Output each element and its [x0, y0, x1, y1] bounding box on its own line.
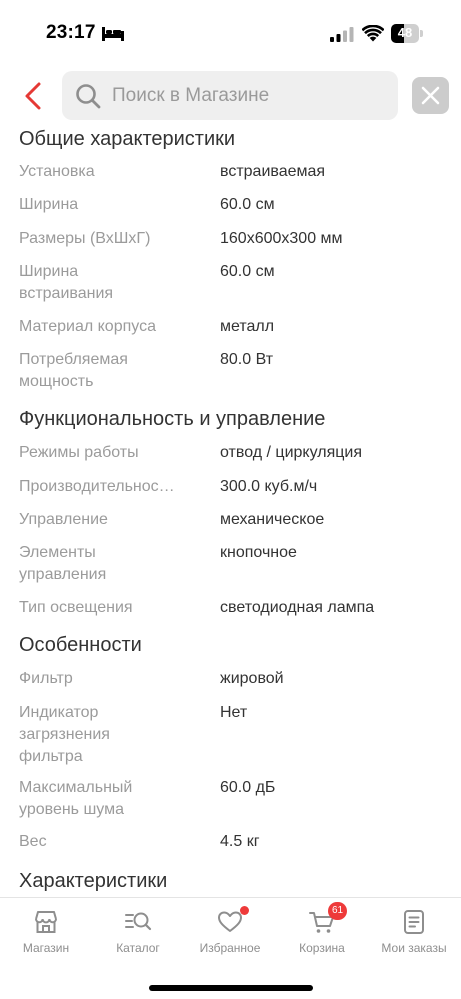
- search-header: [0, 64, 461, 128]
- spec-label: Материал корпуса: [19, 318, 156, 335]
- spec-value: жировой: [220, 670, 284, 687]
- spec-label: Ширина встраивания: [19, 263, 114, 302]
- spec-label: Потребляемая мощность: [19, 351, 128, 390]
- spec-label: Ширина: [19, 196, 79, 213]
- tab-orders[interactable]: Мои заказы: [368, 906, 460, 960]
- spec-label: Режимы работы: [19, 444, 139, 461]
- home-indicator[interactable]: [149, 985, 313, 991]
- spec-label: Тип освещения: [19, 599, 133, 616]
- spec-value: 60.0 дБ: [220, 779, 276, 796]
- tab-label: Магазин: [22, 941, 70, 955]
- tab-label: Корзина: [299, 941, 345, 955]
- status-time: 23:17: [46, 22, 96, 43]
- battery-percent: 48: [397, 25, 413, 40]
- battery-tip: [420, 30, 423, 37]
- search-icon: [76, 84, 101, 109]
- back-arrow-icon[interactable]: [14, 76, 54, 116]
- spec-value: кнопочное: [220, 544, 297, 561]
- spec-label: Максимальный уровень шума: [19, 779, 133, 818]
- bottom-tab-bar: Магазин Каталог Избранное 61 Корзина Мои…: [0, 897, 461, 999]
- spec-label: Вес: [19, 833, 47, 850]
- wifi-icon: [362, 25, 384, 42]
- spec-label: Производительнос…: [19, 478, 175, 495]
- spec-value: 160x600x300 мм: [220, 230, 343, 247]
- spec-value: 60.0 см: [220, 263, 275, 280]
- product-specs: Общие характеристики Установка встраивае…: [0, 124, 461, 896]
- store-icon: [35, 911, 57, 933]
- spec-value: встраиваемая: [220, 163, 326, 180]
- section-title-functionality: Функциональность и управление: [19, 408, 326, 430]
- section-title-characteristics: Характеристики: [19, 870, 168, 892]
- spec-value: механическое: [220, 511, 325, 528]
- clear-search-button[interactable]: [412, 77, 449, 114]
- close-icon: [421, 86, 440, 105]
- tab-label: Избранное: [199, 941, 261, 955]
- spec-value: 80.0 Вт: [220, 351, 274, 368]
- spec-label: Фильтр: [19, 670, 73, 687]
- tab-catalog[interactable]: Каталог: [92, 906, 184, 960]
- orders-icon: [404, 910, 424, 934]
- tab-label: Мои заказы: [381, 941, 447, 955]
- spec-label: Установка: [19, 163, 95, 180]
- catalog-search-icon: [125, 912, 152, 931]
- spec-label: Управление: [19, 511, 108, 528]
- spec-value: 60.0 см: [220, 196, 275, 213]
- sleep-mode-icon: [102, 27, 124, 41]
- spec-value: светодиодная лампа: [220, 599, 375, 616]
- battery-body: 48: [391, 24, 419, 43]
- battery-indicator: 48: [391, 24, 423, 43]
- cellular-signal-icon: [330, 27, 354, 42]
- spec-label: Индикатор загрязнения фильтра: [19, 704, 110, 765]
- spec-value: отвод / циркуляция: [220, 444, 363, 461]
- status-bar: 23:17 48: [0, 0, 461, 64]
- tab-label: Каталог: [116, 941, 160, 955]
- tab-favorites[interactable]: Избранное: [184, 906, 276, 960]
- spec-value: 300.0 куб.м/ч: [220, 478, 318, 495]
- spec-label: Элементы управления: [19, 544, 107, 583]
- section-title-general: Общие характеристики: [19, 128, 236, 150]
- spec-label: Размеры (ВхШхГ): [19, 230, 151, 247]
- search-box[interactable]: [62, 71, 398, 120]
- tab-store[interactable]: Магазин: [0, 906, 92, 960]
- spec-value: 4.5 кг: [220, 833, 260, 850]
- search-input[interactable]: [112, 71, 392, 120]
- cart-count-badge: 61: [328, 902, 348, 920]
- spec-value: Нет: [220, 704, 248, 721]
- spec-value: металл: [220, 318, 275, 335]
- notification-dot: [240, 906, 249, 915]
- section-title-features: Особенности: [19, 634, 142, 656]
- tab-cart[interactable]: 61 Корзина: [276, 902, 368, 960]
